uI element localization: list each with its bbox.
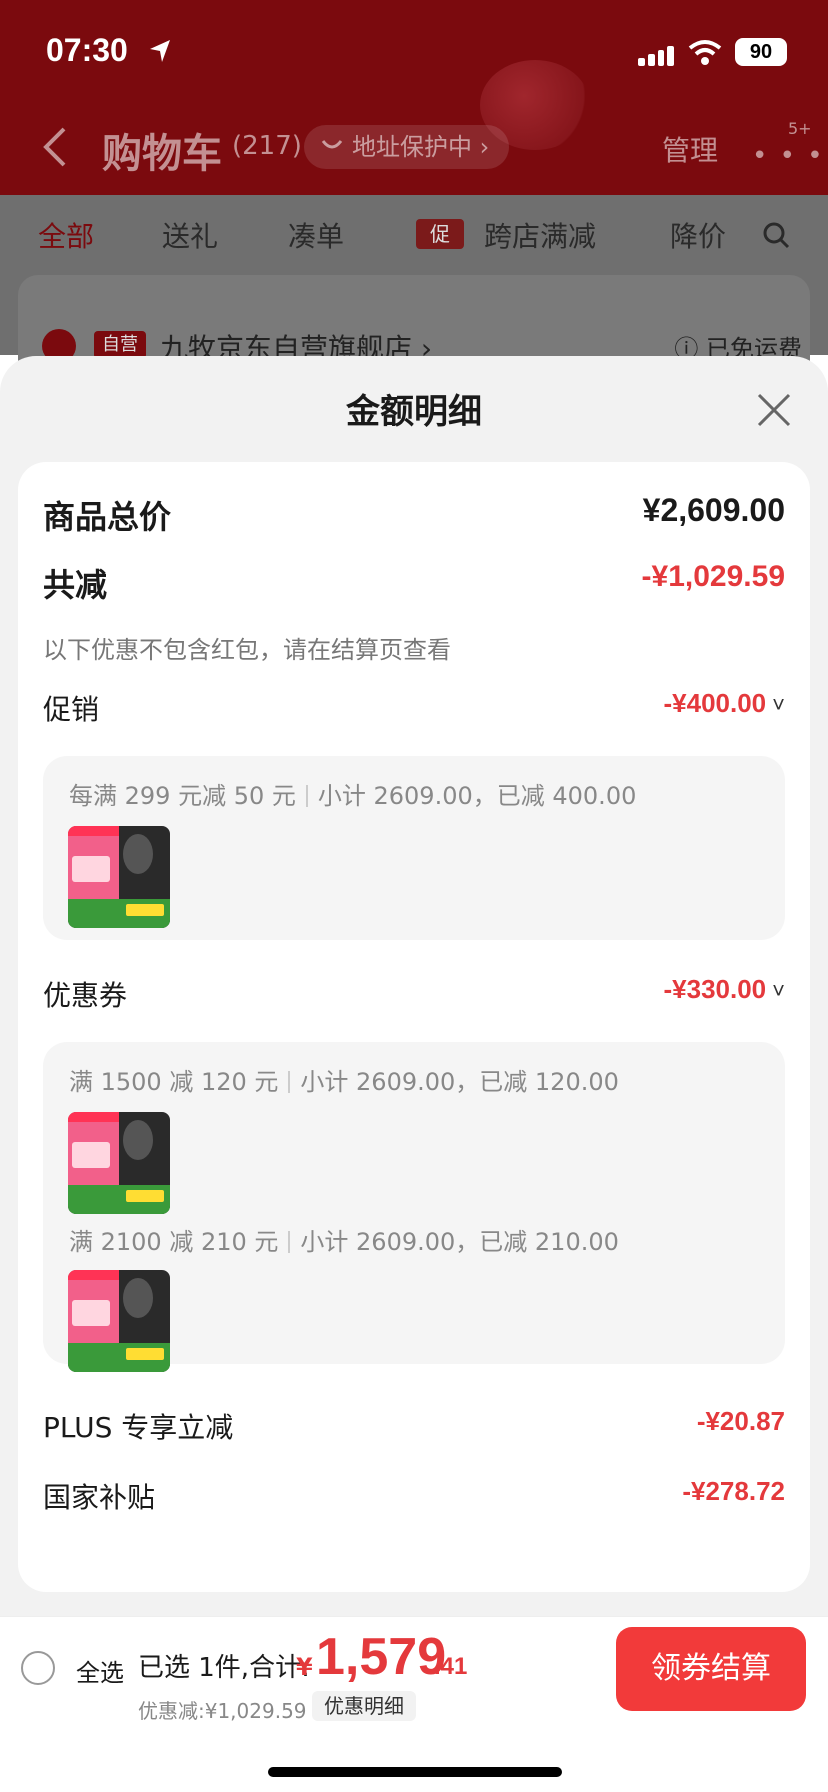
coupon-rule: 满 1500 减 120 元 [69, 1068, 279, 1096]
promotion-row[interactable]: 促销 -¥400.00 ˅ [43, 688, 785, 726]
page-title: 购物车 [102, 131, 222, 177]
sheet-title: 金额明细 [346, 392, 482, 432]
promotion-value: -¥400.00 [663, 688, 767, 718]
coupon-detail-line: 满 2100 减 210 元小计 2609.00，已减 210.00 [69, 1222, 619, 1257]
product-thumbnail[interactable] [68, 1270, 170, 1372]
promotion-detail-box: 每满 299 元减 50 元小计 2609.00，已减 400.00 [43, 756, 785, 940]
search-icon[interactable] [762, 221, 790, 249]
address-protect-label: 地址保护中 › [352, 133, 490, 161]
tab-price-drop[interactable]: 降价 [670, 215, 726, 255]
home-indicator [268, 1767, 562, 1777]
coupon-subtotal: 小计 2609.00，已减 210.00 [300, 1228, 619, 1256]
coupon-label: 优惠券 [43, 979, 128, 1012]
cart-tabs: 全部 送礼 凑单 促 跨店满减 降价 [0, 215, 828, 265]
cart-count: (217) [232, 131, 302, 161]
battery-indicator: 90 [735, 38, 787, 66]
promotion-subtotal: 小计 2609.00，已减 400.00 [317, 782, 637, 810]
checkout-bar: 全选 已选 1件,合计: ¥ 1,579 .41 优惠减:¥1,029.59 优… [0, 1616, 828, 1792]
address-protect-button[interactable]: 地址保护中 › [304, 125, 510, 169]
plus-discount-value: -¥20.87 [696, 1406, 785, 1436]
goods-total-value: ¥2,609.00 [642, 492, 785, 528]
wifi-icon [688, 40, 722, 65]
total-reduce-row: 共减 -¥1,029.59 [43, 560, 785, 604]
discount-detail-button[interactable]: 优惠明细 [312, 1691, 416, 1721]
tab-all[interactable]: 全部 [38, 215, 94, 255]
promo-badge: 促 [416, 219, 464, 249]
total-reduce-label: 共减 [43, 566, 108, 604]
navbar: 购物车 (217) 地址保护中 › 管理 • • • 5+ [0, 115, 828, 181]
status-time: 07:30 [46, 32, 128, 68]
status-bar: 07:30 90 [0, 0, 828, 100]
select-all-label[interactable]: 全选 [76, 1653, 124, 1688]
plus-discount-label: PLUS 专享立减 [43, 1411, 234, 1444]
subsidy-value: -¥278.72 [682, 1476, 785, 1506]
back-chevron-icon[interactable] [40, 125, 70, 169]
close-icon[interactable] [756, 392, 792, 428]
tab-gift[interactable]: 送礼 [162, 215, 218, 255]
total-amount-integer: 1,579 [316, 1628, 447, 1686]
selected-summary: 已选 1件,合计: [138, 1653, 310, 1683]
total-amount-decimal: .41 [434, 1653, 468, 1680]
checkout-button[interactable]: 领券结算 [616, 1627, 806, 1711]
goods-total-row: 商品总价 ¥2,609.00 [43, 492, 785, 536]
coupon-row[interactable]: 优惠券 -¥330.00 ˅ [43, 974, 785, 1012]
reduce-note: 以下优惠不包含红包，请在结算页查看 [43, 636, 451, 664]
product-thumbnail[interactable] [68, 826, 170, 928]
promotion-rule: 每满 299 元减 50 元 [69, 782, 296, 810]
coupon-rule: 满 2100 减 210 元 [69, 1228, 279, 1256]
manage-button[interactable]: 管理 [662, 129, 718, 169]
coupon-detail-box: 满 1500 减 120 元小计 2609.00，已减 120.00 满 210… [43, 1042, 785, 1372]
total-reduce-value: -¥1,029.59 [641, 560, 785, 593]
select-all-checkbox[interactable] [21, 1651, 55, 1685]
self-operated-tag: 自营 [94, 331, 146, 359]
tab-combine[interactable]: 凑单 [288, 215, 344, 255]
total-currency: ¥ [296, 1653, 313, 1681]
chevron-down-icon: ˅ [772, 978, 785, 1003]
coupon-subtotal: 小计 2609.00，已减 120.00 [300, 1068, 619, 1096]
amount-detail-sheet: 金额明细 商品总价 ¥2,609.00 共减 -¥1,029.59 以下优惠不包… [0, 356, 828, 1792]
chevron-down-icon: ˅ [772, 692, 785, 717]
promotion-label: 促销 [43, 693, 100, 726]
promotion-detail-line: 每满 299 元减 50 元小计 2609.00，已减 400.00 [69, 776, 636, 811]
tab-cross-store[interactable]: 跨店满减 [484, 215, 596, 255]
detail-panel: 商品总价 ¥2,609.00 共减 -¥1,029.59 以下优惠不包含红包，请… [18, 462, 810, 1592]
subsidy-row: 国家补贴 -¥278.72 [43, 1476, 785, 1514]
product-thumbnail[interactable] [68, 1112, 170, 1214]
plus-discount-row: PLUS 专享立减 -¥20.87 [43, 1406, 785, 1444]
cellular-signal-icon [638, 42, 674, 66]
more-icon[interactable]: • • • [752, 141, 825, 171]
more-badge: 5+ [788, 119, 812, 138]
shield-smile-icon [321, 140, 343, 149]
discount-summary: 优惠减:¥1,029.59 [138, 1699, 307, 1723]
location-arrow-icon [150, 40, 170, 62]
coupon-value: -¥330.00 [663, 974, 767, 1004]
goods-total-label: 商品总价 [43, 498, 172, 536]
coupon-detail-line: 满 1500 减 120 元小计 2609.00，已减 120.00 [69, 1062, 619, 1097]
subsidy-label: 国家补贴 [43, 1481, 156, 1514]
